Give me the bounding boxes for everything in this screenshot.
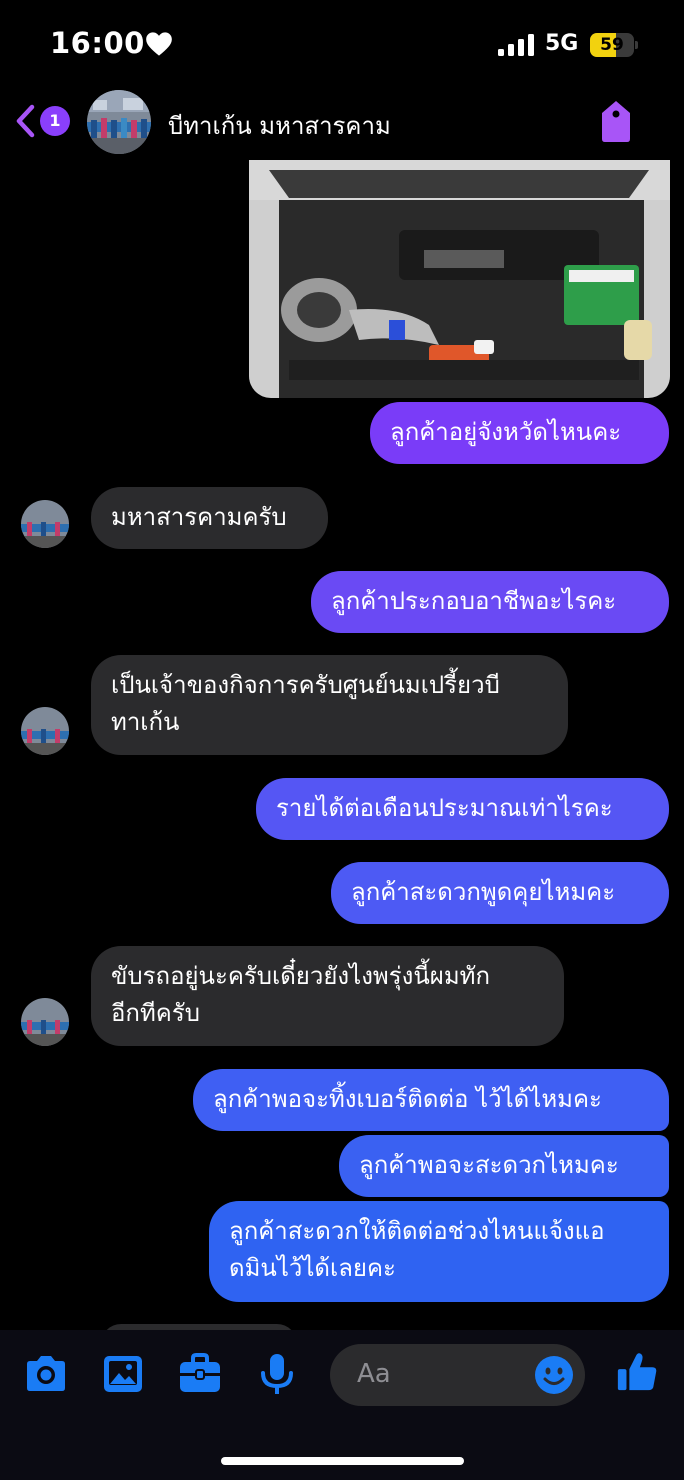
status-bar: 16:00 5G 59 [0, 0, 684, 92]
incoming-message[interactable]: ขับรถอยู่นะครับเดี๋ยวยังไงพรุ่งนี้ผมทัก … [91, 946, 564, 1046]
tag-icon[interactable] [598, 99, 634, 143]
avatar[interactable] [21, 707, 69, 755]
message-input-placeholder: Aa [357, 1359, 391, 1389]
camera-icon[interactable] [23, 1352, 69, 1396]
outgoing-message[interactable]: ลูกค้าพอจะทิ้งเบอร์ติดต่อ ไว้ได้ไหมคะ [193, 1069, 669, 1131]
network-type: 5G [545, 31, 579, 56]
outgoing-message[interactable]: ลูกค้าอยู่จังหวัดไหนคะ [370, 402, 669, 464]
microphone-icon[interactable] [254, 1352, 300, 1396]
incoming-message[interactable]: มหาสารคามครับ [91, 487, 328, 549]
incoming-message[interactable]: เป็นเจ้าของกิจการครับศูนย์นมเปรี้ยวบี ทา… [91, 655, 568, 755]
outgoing-message[interactable]: ลูกค้าพอจะสะดวกไหมคะ [339, 1135, 669, 1197]
avatar[interactable] [21, 998, 69, 1046]
outgoing-message[interactable]: ลูกค้าสะดวกให้ติดต่อช่วงไหนแจ้งแอ ดมินไว… [209, 1201, 669, 1302]
status-time: 16:00 [50, 26, 145, 60]
back-chevron-icon[interactable] [14, 104, 36, 138]
contact-name[interactable]: บีทาเก้น มหาสารคาม [168, 106, 391, 145]
toolbox-icon[interactable] [177, 1352, 223, 1396]
gallery-icon[interactable] [100, 1352, 146, 1396]
battery-icon: 59 [590, 33, 638, 57]
unread-badge[interactable]: 1 [40, 106, 70, 136]
battery-level: 59 [600, 35, 624, 55]
avatar[interactable] [21, 500, 69, 548]
home-indicator[interactable] [221, 1457, 464, 1465]
outgoing-message[interactable]: ลูกค้าประกอบอาชีพอะไรคะ [311, 571, 669, 633]
chat-header: 1 บีทาเก้น มหาสารคาม [0, 88, 684, 158]
signal-icon [498, 34, 534, 56]
emoji-icon[interactable] [534, 1355, 574, 1395]
outgoing-message[interactable]: รายได้ต่อเดือนประมาณเท่าไรคะ [256, 778, 669, 840]
outgoing-message[interactable]: ลูกค้าสะดวกพูดคุยไหมคะ [331, 862, 669, 924]
heart-icon [146, 32, 172, 56]
message-input[interactable]: Aa [330, 1344, 585, 1406]
avatar[interactable] [87, 90, 151, 154]
thumbs-up-icon[interactable] [614, 1350, 660, 1394]
engine-photo[interactable] [249, 160, 670, 398]
